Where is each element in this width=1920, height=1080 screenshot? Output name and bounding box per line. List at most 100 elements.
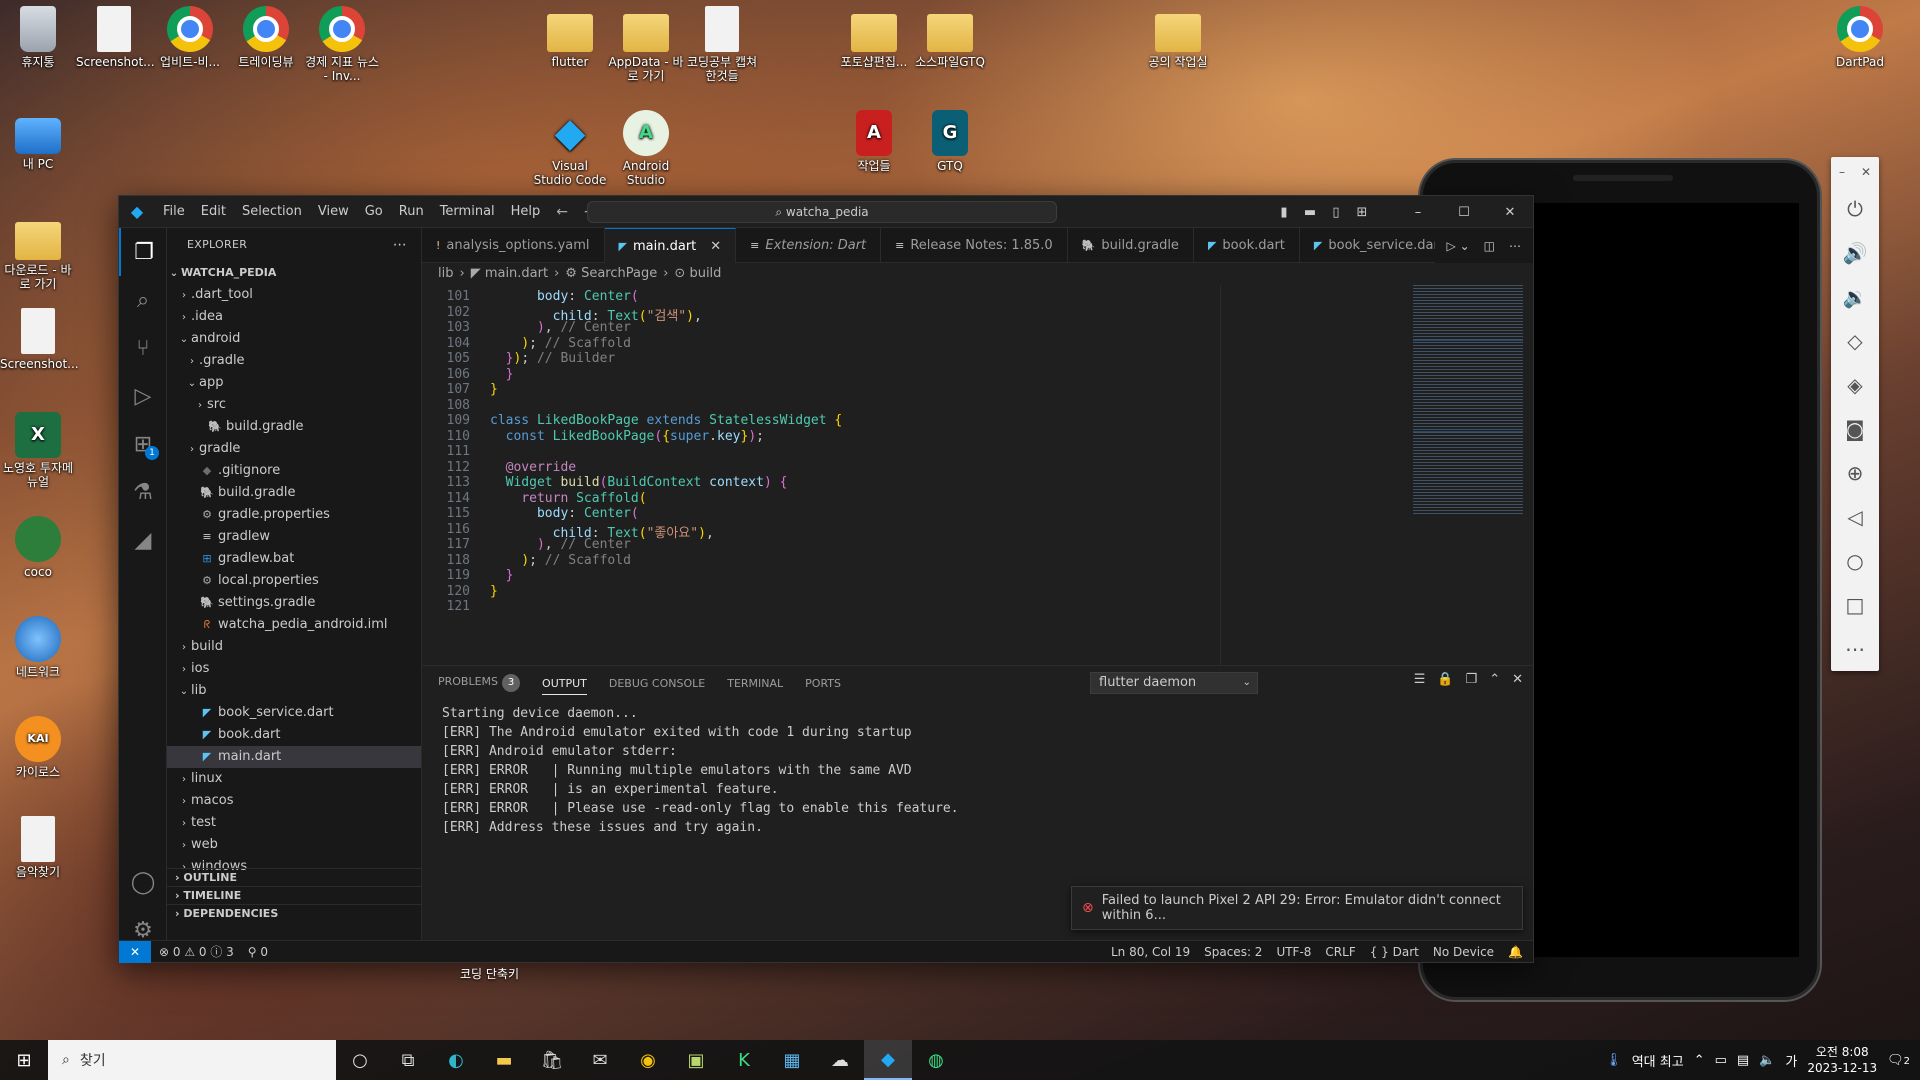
panel-tab-ports[interactable]: PORTS <box>805 677 841 690</box>
close-icon[interactable]: ✕ <box>1861 165 1871 179</box>
menu-item-edit[interactable]: Edit <box>193 196 234 228</box>
tree-folder[interactable]: ⌄ android <box>167 328 421 350</box>
breadcrumb-item[interactable]: ⊙ build <box>674 263 721 285</box>
zoom-icon[interactable]: ⊕ <box>1831 451 1879 495</box>
volume-up-icon[interactable]: 🔊 <box>1831 231 1879 275</box>
tree-folder[interactable]: ⌄ lib <box>167 680 421 702</box>
tab-analysis-options-yaml[interactable]: ! analysis_options.yaml <box>422 228 605 263</box>
tree-folder[interactable]: › .idea <box>167 306 421 328</box>
tree-folder[interactable]: › macos <box>167 790 421 812</box>
more-icon[interactable]: ⋯ <box>1831 627 1879 671</box>
tab-book-service-dar[interactable]: ◤ book_service.dar <box>1300 228 1454 263</box>
code-line[interactable]: body: Center( <box>490 289 639 304</box>
desktop-icon[interactable]: ◆ Visual Studio Code <box>532 110 608 187</box>
problems-status[interactable]: ⊗ 0 ⚠ 0 ⓘ 3 <box>159 943 234 960</box>
breadcrumb-item[interactable]: ⚙ SearchPage <box>565 263 657 285</box>
run-debug-icon[interactable]: ▷ <box>119 372 167 420</box>
workspace-root[interactable]: ⌄ WATCHA_PEDIA <box>167 262 421 284</box>
menu-item-go[interactable]: Go <box>357 196 391 228</box>
desktop-icon[interactable]: 음악찾기 <box>0 816 76 879</box>
tree-folder[interactable]: › linux <box>167 768 421 790</box>
minimize-icon[interactable]: – <box>1839 165 1845 179</box>
output-channel-select[interactable]: flutter daemon ⌄ <box>1090 672 1258 694</box>
battery-icon[interactable]: ▭ <box>1715 1053 1727 1068</box>
code-line[interactable]: ); // Scaffold <box>490 553 631 568</box>
tab-main-dart[interactable]: ◤ main.dart ✕ <box>604 228 737 263</box>
desktop-icon[interactable]: 포토샵편집... <box>836 6 912 69</box>
menu-item-selection[interactable]: Selection <box>234 196 310 228</box>
volume-icon[interactable]: 🔈 <box>1759 1053 1775 1068</box>
section-timeline[interactable]: › TIMELINE <box>167 886 421 904</box>
desktop-icon[interactable]: 네트워크 <box>0 616 76 679</box>
android-studio-taskbar-icon[interactable]: ◍ <box>912 1040 960 1080</box>
error-notification[interactable]: ⊗ Failed to launch Pixel 2 API 29: Error:… <box>1071 886 1523 930</box>
desktop-icon[interactable]: 휴지통 <box>0 6 76 69</box>
code-line[interactable]: class LikedBookPage extends StatelessWid… <box>490 413 842 428</box>
testing-icon[interactable]: ⚗ <box>119 468 167 516</box>
maximize-panel-icon[interactable]: ⌃ <box>1489 672 1500 687</box>
desktop-icon[interactable]: 경제 지표 뉴스 - Inv... <box>304 6 380 83</box>
taskbar-search[interactable]: ⌕ 찾기 <box>48 1040 336 1080</box>
overview-icon[interactable]: □ <box>1831 583 1879 627</box>
desktop-icon[interactable]: 공의 작업실 <box>1140 6 1216 69</box>
desktop-icon[interactable]: 소스파일GTQ <box>912 6 988 69</box>
explorer-icon[interactable]: ❐ <box>119 228 167 276</box>
back-arrow-icon[interactable]: ← <box>548 204 576 220</box>
command-center[interactable]: ⌕ watcha_pedia <box>587 201 1057 223</box>
notification-icon[interactable]: 🗨2 <box>1887 1053 1910 1068</box>
flutter-icon[interactable]: ◢ <box>119 516 167 564</box>
bell-icon[interactable]: 🔔 <box>1508 945 1523 959</box>
desktop-icon[interactable]: 다운로드 - 바로 가기 <box>0 214 76 291</box>
back-icon[interactable]: ◁ <box>1831 495 1879 539</box>
tree-folder[interactable]: › test <box>167 812 421 834</box>
toggle-panel-icon[interactable]: ▬ <box>1297 205 1323 220</box>
indentation[interactable]: Spaces: 2 <box>1204 945 1262 959</box>
tree-file[interactable]: 🐘 build.gradle <box>167 416 421 438</box>
tree-file[interactable]: ◤ main.dart <box>167 746 421 768</box>
app-icon[interactable]: ▣ <box>672 1040 720 1080</box>
code-line[interactable]: @override <box>490 460 576 475</box>
panel-tab-terminal[interactable]: TERMINAL <box>727 677 783 690</box>
tree-file[interactable]: 🐘 build.gradle <box>167 482 421 504</box>
code-line[interactable]: } <box>490 568 514 583</box>
desktop-icon[interactable]: Screenshot... <box>76 6 155 69</box>
tree-folder[interactable]: › build <box>167 636 421 658</box>
code-line[interactable]: } <box>490 382 498 397</box>
tab-extension-dart[interactable]: ≡ Extension: Dart <box>736 228 882 263</box>
desktop-icon[interactable]: Screenshot... <box>0 308 79 371</box>
encoding[interactable]: UTF-8 <box>1276 945 1311 959</box>
cursor-position[interactable]: Ln 80, Col 19 <box>1111 945 1190 959</box>
clock[interactable]: 오전 8:08 2023-12-13 <box>1807 1044 1877 1076</box>
code-line[interactable]: return Scaffold( <box>490 491 646 506</box>
breadcrumb-item[interactable]: ◤ main.dart <box>471 263 548 285</box>
code-line[interactable]: } <box>490 367 514 382</box>
desktop-icon[interactable]: 내 PC <box>0 110 76 171</box>
home-icon[interactable]: ○ <box>1831 539 1879 583</box>
desktop-icon[interactable]: coco <box>0 516 76 579</box>
menu-item-run[interactable]: Run <box>391 196 432 228</box>
tree-folder[interactable]: › ios <box>167 658 421 680</box>
section-dependencies[interactable]: › DEPENDENCIES <box>167 904 421 922</box>
close-panel-icon[interactable]: ✕ <box>1512 672 1523 687</box>
section-outline[interactable]: › OUTLINE <box>167 868 421 886</box>
store-icon[interactable]: 🛍 <box>528 1040 576 1080</box>
tree-file[interactable]: ⚙ gradle.properties <box>167 504 421 526</box>
desktop-icon[interactable]: DartPad <box>1822 6 1898 69</box>
search-icon[interactable]: ⌕ <box>119 276 167 324</box>
tree-file[interactable]: ⊞ gradlew.bat <box>167 548 421 570</box>
desktop-icon[interactable]: 트레이딩뷰 <box>228 6 304 69</box>
split-editor-icon[interactable]: ◫ <box>1484 239 1495 253</box>
extensions-icon[interactable]: ⊞ 1 <box>119 420 167 468</box>
camera-icon[interactable]: ◙ <box>1831 407 1879 451</box>
layout-icon[interactable]: ⊞ <box>1349 205 1375 220</box>
desktop-icon[interactable]: flutter <box>532 6 608 69</box>
tree-folder[interactable]: › web <box>167 834 421 856</box>
tree-file[interactable]: ᖇ watcha_pedia_android.iml <box>167 614 421 636</box>
tree-folder[interactable]: › gradle <box>167 438 421 460</box>
menu-item-view[interactable]: View <box>310 196 357 228</box>
tree-folder[interactable]: › .dart_tool <box>167 284 421 306</box>
chevron-up-icon[interactable]: ⌃ <box>1694 1053 1705 1068</box>
toggle-secondary-sidebar-icon[interactable]: ▯ <box>1323 205 1349 220</box>
tree-file[interactable]: ⚙ local.properties <box>167 570 421 592</box>
window-minimize-icon[interactable]: – <box>1395 205 1441 220</box>
